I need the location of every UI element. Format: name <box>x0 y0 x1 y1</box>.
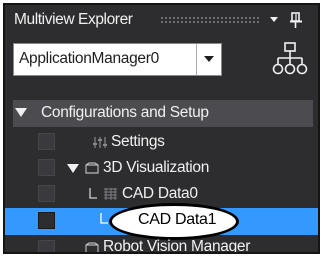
tree-item-settings[interactable]: Settings <box>5 129 318 155</box>
tree-item-label: Robot Vision Manager <box>103 238 251 254</box>
settings-icon <box>93 137 107 148</box>
tree-branch-icon <box>100 213 108 224</box>
tree-item-label: CAD Data1 <box>138 211 217 228</box>
tree-item-label: Settings <box>111 133 165 150</box>
tree-branch-icon <box>89 188 97 199</box>
hierarchy-icon[interactable] <box>272 41 308 79</box>
tree-item-label: CAD Data0 <box>122 185 198 202</box>
item-checkbox[interactable] <box>38 212 55 229</box>
pin-icon[interactable] <box>289 12 303 29</box>
folder-icon <box>85 162 99 174</box>
tree-item-robot-vision-manager[interactable]: Robot Vision Manager <box>5 236 318 254</box>
item-checkbox[interactable] <box>38 185 55 202</box>
cad-data-icon <box>104 188 117 200</box>
tree-root-configurations[interactable]: Configurations and Setup <box>13 100 313 127</box>
expand-arrow-icon[interactable] <box>15 108 27 117</box>
folder-icon <box>85 242 99 252</box>
tree-item-3d-visualization[interactable]: 3D Visualization <box>5 155 318 181</box>
panel-menu-arrow-icon[interactable] <box>270 17 278 22</box>
item-checkbox[interactable] <box>38 133 55 150</box>
title-grip <box>160 16 260 23</box>
expand-arrow-icon[interactable] <box>67 164 79 173</box>
panel-title: Multiview Explorer <box>14 11 133 28</box>
item-checkbox[interactable] <box>38 159 55 176</box>
item-checkbox[interactable] <box>38 240 55 252</box>
dropdown-arrow-button[interactable] <box>196 44 221 75</box>
controller-dropdown[interactable]: ApplicationManager0 <box>13 43 222 76</box>
multiview-explorer-panel: Multiview Explorer ApplicationManager0 C… <box>3 3 320 254</box>
tree-root-label: Configurations and Setup <box>41 104 209 121</box>
controller-dropdown-value: ApplicationManager0 <box>19 50 159 67</box>
chevron-down-icon <box>204 56 214 62</box>
panel-title-bar: Multiview Explorer <box>5 5 318 35</box>
tree-item-label: 3D Visualization <box>103 159 210 176</box>
